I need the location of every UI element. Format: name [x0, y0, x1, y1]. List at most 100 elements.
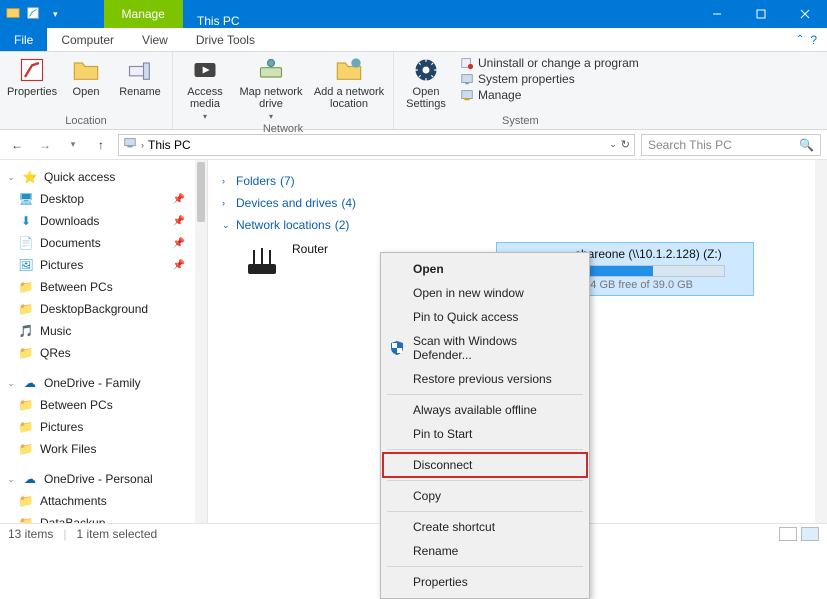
tree-scrollbar[interactable]: [195, 160, 207, 523]
section-devices-label: Devices and drives: [236, 196, 337, 210]
access-media-button[interactable]: Access media ▾: [181, 56, 229, 121]
map-drive-button[interactable]: Map network drive ▾: [235, 56, 307, 121]
ctx-pin-quick-access[interactable]: Pin to Quick access: [383, 305, 587, 329]
ctx-properties[interactable]: Properties: [383, 570, 587, 594]
tree-attachments[interactable]: 📁Attachments: [0, 490, 207, 512]
ctx-restore-versions[interactable]: Restore previous versions: [383, 367, 587, 391]
nav-bar: ← → ▾ ↑ › This PC ⌄↻ Search This PC 🔍: [0, 130, 827, 160]
manage-label: Manage: [478, 88, 521, 102]
rename-label: Rename: [119, 86, 161, 98]
tab-computer[interactable]: Computer: [47, 28, 128, 51]
tree-onedrive-family[interactable]: ⌄☁OneDrive - Family: [0, 372, 207, 394]
tab-manage[interactable]: Manage: [104, 0, 183, 28]
pictures-icon: 🖼: [18, 257, 34, 273]
rename-icon: [126, 56, 154, 84]
tree-between-pcs-2[interactable]: 📁Between PCs: [0, 394, 207, 416]
chevron-right-icon: ›: [222, 176, 232, 186]
tree-pictures-2[interactable]: 📁Pictures: [0, 416, 207, 438]
star-icon: ⭐: [22, 169, 38, 185]
pin-icon: 📌: [173, 238, 185, 249]
ctx-open[interactable]: Open: [383, 257, 587, 281]
content-scrollbar[interactable]: [815, 160, 827, 523]
properties-button[interactable]: Properties: [8, 56, 56, 98]
tree-quick-access[interactable]: ⌄⭐Quick access: [0, 166, 207, 188]
ctx-create-shortcut[interactable]: Create shortcut: [383, 515, 587, 539]
icons-view-button[interactable]: [801, 527, 819, 541]
chevron-right-icon[interactable]: ›: [141, 140, 144, 150]
ctx-disconnect[interactable]: Disconnect: [383, 453, 587, 477]
onedrive-icon: ☁: [22, 471, 38, 487]
section-netloc-label: Network locations: [236, 218, 331, 232]
forward-button[interactable]: →: [34, 134, 56, 156]
onedrive-icon: ☁: [22, 375, 38, 391]
tree-desktop[interactable]: 🖥Desktop📌: [0, 188, 207, 210]
address-dropdown[interactable]: ⌄↻: [609, 138, 630, 151]
manage-button[interactable]: Manage: [460, 88, 639, 102]
nav-tree[interactable]: ⌄⭐Quick access 🖥Desktop📌 ⬇Downloads📌 📄Do…: [0, 160, 208, 523]
folder-icon: 📁: [18, 397, 34, 413]
chevron-down-icon: ▾: [269, 112, 273, 121]
maximize-button[interactable]: [739, 0, 783, 28]
context-menu: Open Open in new window Pin to Quick acc…: [380, 252, 590, 599]
tab-file[interactable]: File: [0, 28, 47, 51]
map-drive-icon: [257, 56, 285, 84]
back-button[interactable]: ←: [6, 134, 28, 156]
ctx-open-new-window[interactable]: Open in new window: [383, 281, 587, 305]
tree-downloads[interactable]: ⬇Downloads📌: [0, 210, 207, 232]
folder-icon: 📁: [18, 279, 34, 295]
tree-databackup[interactable]: 📁DataBackup: [0, 512, 207, 523]
section-netloc[interactable]: ⌄ Network locations (2): [214, 214, 821, 236]
help-icon[interactable]: ?: [810, 33, 817, 47]
ctx-pin-start[interactable]: Pin to Start: [383, 422, 587, 446]
open-button[interactable]: Open: [62, 56, 110, 98]
properties-icon: [18, 56, 46, 84]
ctx-copy[interactable]: Copy: [383, 484, 587, 508]
search-input[interactable]: Search This PC 🔍: [641, 134, 821, 156]
address-bar[interactable]: › This PC ⌄↻: [118, 134, 635, 156]
tree-pictures[interactable]: 🖼Pictures📌: [0, 254, 207, 276]
settings-icon: [412, 56, 440, 84]
search-icon: 🔍: [799, 138, 814, 152]
tree-work-files[interactable]: 📁Work Files: [0, 438, 207, 460]
rename-button[interactable]: Rename: [116, 56, 164, 98]
up-button[interactable]: ↑: [90, 134, 112, 156]
media-icon: [191, 56, 219, 84]
add-location-button[interactable]: Add a network location: [313, 56, 385, 121]
group-label-system: System: [402, 113, 639, 127]
details-view-button[interactable]: [779, 527, 797, 541]
qat-dropdown-icon[interactable]: ▾: [53, 9, 58, 20]
tree-music[interactable]: 🎵Music: [0, 320, 207, 342]
system-props-label: System properties: [478, 72, 575, 86]
tree-between-pcs[interactable]: 📁Between PCs: [0, 276, 207, 298]
tree-documents[interactable]: 📄Documents📌: [0, 232, 207, 254]
open-settings-button[interactable]: Open Settings: [402, 56, 450, 110]
folder-icon: 📁: [18, 419, 34, 435]
chevron-up-icon: ⌃: [796, 34, 804, 45]
ctx-defender-scan[interactable]: Scan with Windows Defender...: [383, 329, 587, 367]
section-devices[interactable]: › Devices and drives (4): [214, 192, 821, 214]
ribbon-group-network: Access media ▾ Map network drive ▾ Add a…: [173, 52, 394, 129]
breadcrumb-current[interactable]: This PC: [148, 138, 191, 152]
section-folders[interactable]: › Folders (7): [214, 170, 821, 192]
shield-icon: [389, 340, 405, 356]
close-button[interactable]: [783, 0, 827, 28]
uninstall-button[interactable]: Uninstall or change a program: [460, 56, 639, 70]
tree-qres[interactable]: 📁QRes: [0, 342, 207, 364]
ctx-offline[interactable]: Always available offline: [383, 398, 587, 422]
folder-icon: 📁: [18, 493, 34, 509]
chevron-down-icon: ⌄: [222, 220, 232, 231]
group-label-location: Location: [8, 113, 164, 127]
tab-view[interactable]: View: [128, 28, 182, 51]
view-switcher: [779, 527, 819, 541]
minimize-button[interactable]: [695, 0, 739, 28]
add-location-icon: [335, 56, 363, 84]
properties-qat-icon[interactable]: [26, 6, 40, 23]
recent-dropdown[interactable]: ▾: [62, 134, 84, 156]
tree-onedrive-personal[interactable]: ⌄☁OneDrive - Personal: [0, 468, 207, 490]
tree-desktopbg[interactable]: 📁DesktopBackground: [0, 298, 207, 320]
ribbon-collapse[interactable]: ⌃ ?: [786, 28, 827, 51]
system-props-button[interactable]: System properties: [460, 72, 639, 86]
status-item-count: 13 items: [8, 527, 53, 541]
uninstall-label: Uninstall or change a program: [478, 56, 639, 70]
tab-drive-tools[interactable]: Drive Tools: [182, 28, 269, 51]
